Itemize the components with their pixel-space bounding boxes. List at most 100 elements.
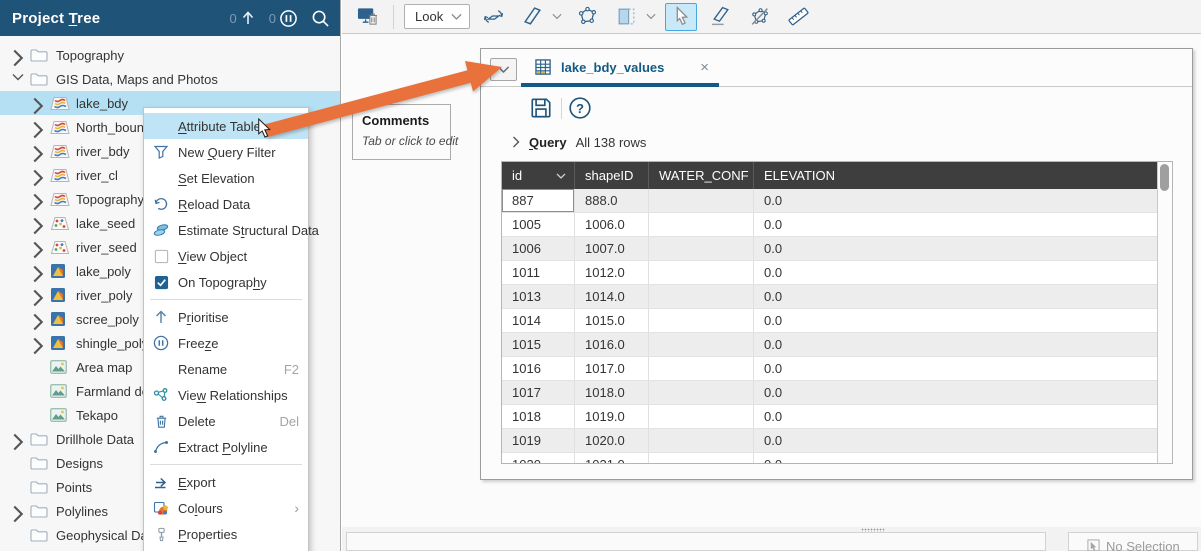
- table-cell[interactable]: 1013: [502, 285, 575, 308]
- column-sort-chevron-icon[interactable]: [556, 173, 566, 179]
- chevron-right-icon[interactable]: [32, 169, 44, 181]
- chevron-right-icon[interactable]: [32, 265, 44, 277]
- table-cell[interactable]: 0.0: [754, 333, 1157, 356]
- table-cell[interactable]: 0.0: [754, 429, 1157, 452]
- table-row[interactable]: 10171018.0 0.0: [502, 381, 1157, 405]
- table-row[interactable]: 10061007.00.0: [502, 237, 1157, 261]
- menu-item-set-elevation[interactable]: Set Elevation: [144, 165, 308, 191]
- look-menu-dropdown[interactable]: Look: [404, 4, 470, 29]
- query-expand-icon[interactable]: [512, 136, 520, 148]
- table-cell[interactable]: 1019.0: [575, 405, 649, 428]
- table-cell[interactable]: 1018: [502, 405, 575, 428]
- menu-item-freeze[interactable]: Freeze: [144, 330, 308, 356]
- table-cell[interactable]: [649, 381, 754, 404]
- table-cell[interactable]: 0.0: [754, 453, 1157, 464]
- menu-item-extract-polyline[interactable]: Extract Polyline: [144, 434, 308, 460]
- column-header-shapeid[interactable]: shapeID: [575, 162, 649, 189]
- table-cell[interactable]: [649, 333, 754, 356]
- tab-close-icon[interactable]: ×: [700, 60, 709, 75]
- table-cell[interactable]: 1005: [502, 213, 575, 236]
- menu-item-export[interactable]: Export: [144, 469, 308, 495]
- table-cell[interactable]: 1017.0: [575, 357, 649, 380]
- table-cell[interactable]: 1016.0: [575, 333, 649, 356]
- menu-item-attribute-table[interactable]: Attribute Table: [144, 113, 308, 139]
- edit-polygon-button[interactable]: [743, 3, 775, 31]
- menu-item-rename[interactable]: RenameF2: [144, 356, 308, 382]
- table-cell[interactable]: 888.0: [575, 189, 649, 212]
- rectangle-select-button[interactable]: [610, 3, 642, 31]
- chevron-right-icon[interactable]: [32, 97, 44, 109]
- menu-item-new-query-filter[interactable]: New Query Filter: [144, 139, 308, 165]
- table-cell[interactable]: [649, 357, 754, 380]
- table-row[interactable]: 10191020.00.0: [502, 429, 1157, 453]
- table-cell[interactable]: 1017: [502, 381, 575, 404]
- table-cell[interactable]: 0.0: [754, 285, 1157, 308]
- table-cell[interactable]: 1006: [502, 237, 575, 260]
- table-cell[interactable]: [649, 285, 754, 308]
- chevron-right-icon[interactable]: [32, 121, 44, 133]
- table-cell[interactable]: [649, 429, 754, 452]
- table-row[interactable]: 10141015.0 0.0: [502, 309, 1157, 333]
- menu-item-view-object[interactable]: View Object: [144, 243, 308, 269]
- draw-polygon-button[interactable]: [571, 3, 603, 31]
- focused-cell[interactable]: 887: [502, 189, 574, 212]
- comments-box[interactable]: Comments Tab or click to edit: [352, 104, 451, 160]
- chevron-right-icon[interactable]: [32, 193, 44, 205]
- menu-item-delete[interactable]: DeleteDel: [144, 408, 308, 434]
- table-row[interactable]: 10161017.00.0: [502, 357, 1157, 381]
- chevron-right-icon[interactable]: [32, 241, 44, 253]
- column-header-id[interactable]: id: [502, 162, 575, 189]
- table-row[interactable]: 887888.0 0.0: [502, 189, 1157, 213]
- table-cell[interactable]: [649, 309, 754, 332]
- column-header-water_conf[interactable]: WATER_CONF: [649, 162, 754, 189]
- chevron-right-icon[interactable]: [32, 337, 44, 349]
- table-cell[interactable]: [649, 237, 754, 260]
- table-cell[interactable]: [649, 189, 754, 212]
- chevron-right-icon[interactable]: [12, 433, 24, 445]
- menu-item-colours[interactable]: Colours›: [144, 495, 308, 521]
- table-cell[interactable]: 1020.0: [575, 429, 649, 452]
- chevron-right-icon[interactable]: [32, 145, 44, 157]
- chevron-right-icon[interactable]: [12, 505, 24, 517]
- tree-item-gis-data-maps-and-photos[interactable]: GIS Data, Maps and Photos: [0, 67, 340, 91]
- chevron-right-icon[interactable]: [32, 289, 44, 301]
- tab-lake-bdy-values[interactable]: lake_bdy_values ×: [521, 52, 719, 87]
- table-cell[interactable]: 1018.0: [575, 381, 649, 404]
- table-cell[interactable]: 1007.0: [575, 237, 649, 260]
- table-cell[interactable]: 0.0: [754, 189, 1157, 212]
- tree-item-topography[interactable]: Topography: [0, 43, 340, 67]
- chevron-down-icon[interactable]: [12, 73, 24, 85]
- table-cell[interactable]: [649, 261, 754, 284]
- table-cell[interactable]: 0.0: [754, 309, 1157, 332]
- table-cell[interactable]: 0.0: [754, 381, 1157, 404]
- menu-item-on-topography[interactable]: On Topography: [144, 269, 308, 295]
- table-cell[interactable]: 1011: [502, 261, 575, 284]
- table-cell[interactable]: 1014: [502, 309, 575, 332]
- table-cell[interactable]: 0.0: [754, 261, 1157, 284]
- table-cell[interactable]: 1020: [502, 453, 575, 464]
- table-cell[interactable]: 1015.0: [575, 309, 649, 332]
- column-header-elevation[interactable]: ELEVATION: [754, 162, 1157, 189]
- select-button[interactable]: [665, 3, 697, 31]
- table-cell[interactable]: 0.0: [754, 405, 1157, 428]
- clear-scene-button[interactable]: [351, 3, 383, 31]
- table-cell[interactable]: 1014.0: [575, 285, 649, 308]
- menu-item-prioritise[interactable]: Prioritise: [144, 304, 308, 330]
- table-cell[interactable]: [649, 213, 754, 236]
- menu-item-view-relationships[interactable]: View Relationships: [144, 382, 308, 408]
- slicer-button[interactable]: [516, 3, 548, 31]
- chevron-down-icon[interactable]: [646, 13, 656, 20]
- chevron-right-icon[interactable]: [12, 49, 24, 61]
- help-button[interactable]: ?: [568, 96, 592, 120]
- table-cell[interactable]: 1015: [502, 333, 575, 356]
- table-row[interactable]: 10181019.0 0.0: [502, 405, 1157, 429]
- rotate-view-button[interactable]: [477, 3, 509, 31]
- scrollbar-thumb[interactable]: [1160, 164, 1169, 191]
- table-row[interactable]: 10111012.0 0.0: [502, 261, 1157, 285]
- draw-slicer-line-button[interactable]: [704, 3, 736, 31]
- tab-list-dropdown-button[interactable]: [490, 58, 517, 81]
- table-scrollbar[interactable]: [1157, 162, 1172, 463]
- table-cell[interactable]: 1012.0: [575, 261, 649, 284]
- chevron-down-icon[interactable]: [552, 13, 562, 20]
- table-cell[interactable]: 1021.0: [575, 453, 649, 464]
